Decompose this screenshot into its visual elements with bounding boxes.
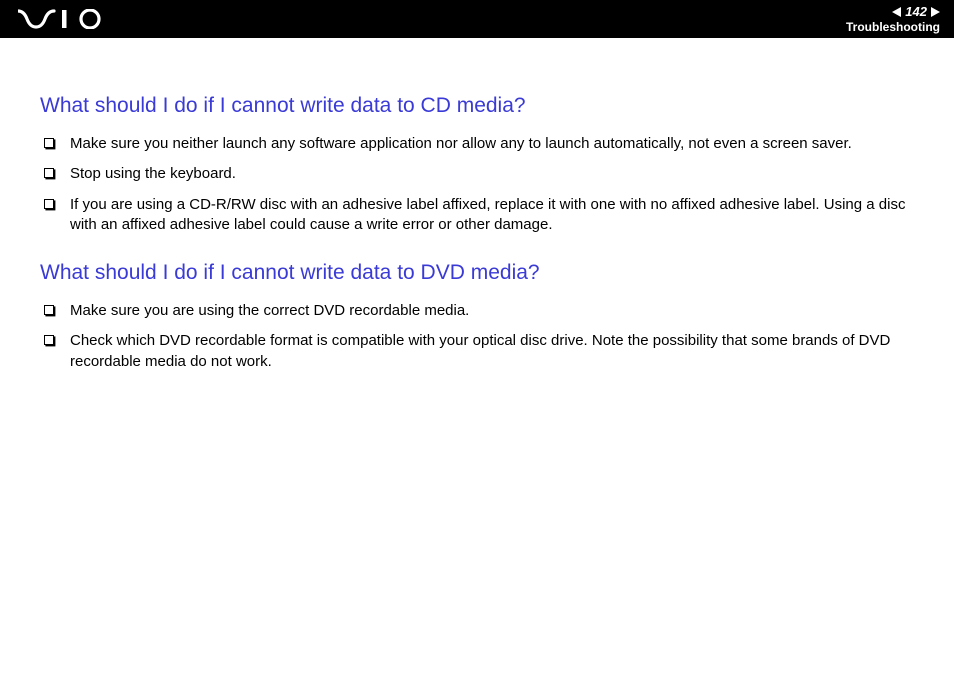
vaio-logo — [18, 0, 114, 38]
page-number: 142 — [903, 4, 929, 19]
list-item-text: If you are using a CD-R/RW disc with an … — [70, 195, 914, 236]
list-item: Stop using the keyboard. — [40, 164, 914, 184]
section-2-heading: What should I do if I cannot write data … — [40, 261, 914, 285]
bullet-icon — [44, 168, 54, 178]
bullet-icon — [44, 199, 54, 209]
list-item: Make sure you neither launch any softwar… — [40, 134, 914, 154]
bullet-icon — [44, 138, 54, 148]
bullet-icon — [44, 335, 54, 345]
bullet-icon — [44, 305, 54, 315]
list-item-text: Check which DVD recordable format is com… — [70, 331, 914, 372]
page-navigation: 142 — [892, 4, 940, 19]
next-page-icon[interactable] — [931, 7, 940, 17]
page-content: What should I do if I cannot write data … — [0, 38, 954, 372]
list-item: Make sure you are using the correct DVD … — [40, 301, 914, 321]
page-header: 142 Troubleshooting — [0, 0, 954, 38]
section-2-list: Make sure you are using the correct DVD … — [40, 301, 914, 372]
list-item-text: Stop using the keyboard. — [70, 164, 914, 184]
list-item-text: Make sure you are using the correct DVD … — [70, 301, 914, 321]
list-item-text: Make sure you neither launch any softwar… — [70, 134, 914, 154]
section-1-heading: What should I do if I cannot write data … — [40, 94, 914, 118]
section-1-list: Make sure you neither launch any softwar… — [40, 134, 914, 235]
list-item: Check which DVD recordable format is com… — [40, 331, 914, 372]
header-meta: 142 Troubleshooting — [846, 4, 940, 34]
section-label: Troubleshooting — [846, 20, 940, 34]
prev-page-icon[interactable] — [892, 7, 901, 17]
list-item: If you are using a CD-R/RW disc with an … — [40, 195, 914, 236]
